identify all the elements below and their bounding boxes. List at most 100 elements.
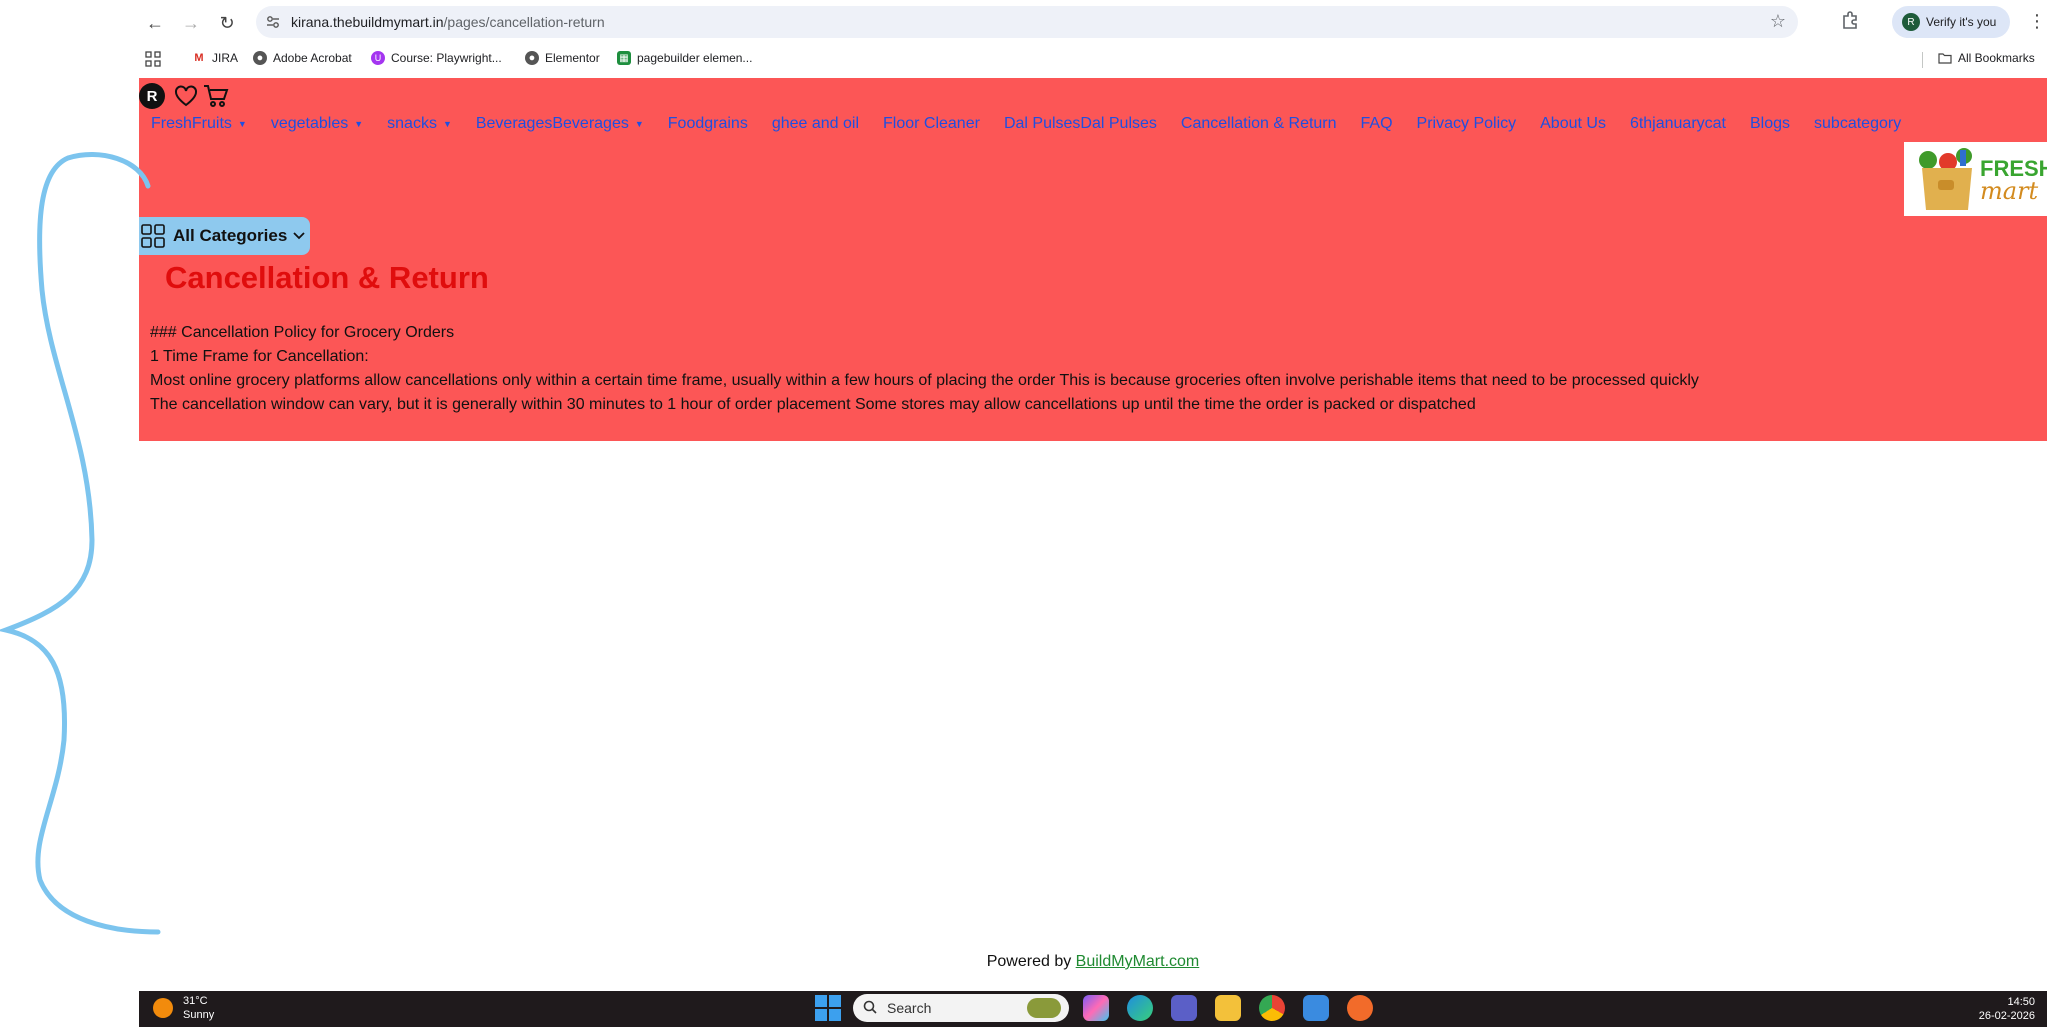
content-line: Most online grocery platforms allow canc… <box>150 372 1699 389</box>
site-logo[interactable]: FRESH mart <box>1904 142 2047 216</box>
grocery-bag-icon <box>1919 148 1972 210</box>
caret-down-icon: ▼ <box>442 119 452 129</box>
gmail-icon: M <box>194 52 204 64</box>
menu-label: Blogs <box>1750 115 1791 132</box>
bookmark-label: Elementor <box>545 51 600 65</box>
sun-icon <box>153 998 173 1018</box>
bookmark-label: JIRA <box>212 51 239 65</box>
globe-icon: ● <box>253 51 267 65</box>
chrome-icon[interactable] <box>1259 995 1285 1021</box>
bookmark-adobe-acrobat[interactable]: ● Adobe Acrobat <box>253 51 352 65</box>
page-title: Cancellation & Return <box>165 260 489 295</box>
menu-item-foodgrains[interactable]: Foodgrains <box>668 115 748 133</box>
teams-icon[interactable] <box>1171 995 1197 1021</box>
menu-label: Foodgrains <box>667 115 748 132</box>
menu-label: vegetables <box>270 115 349 132</box>
menu-item-subcategory[interactable]: subcategory <box>1814 115 1901 133</box>
folder-icon <box>1938 51 1952 65</box>
menu-item-blogs[interactable]: Blogs <box>1750 115 1790 133</box>
search-placeholder: Search <box>887 1000 932 1016</box>
search-icon <box>863 1000 877 1017</box>
clock-time: 14:50 <box>2007 996 2035 1008</box>
powered-prefix: Powered by <box>986 953 1076 970</box>
caret-down-icon: ▼ <box>354 119 364 129</box>
windows-start-icon[interactable] <box>815 995 841 1021</box>
menu-label: Dal PulsesDal Pulses <box>1003 115 1157 132</box>
browser-toolbar: ← → ↻ kirana.thebuildmymart.in/pages/can… <box>0 0 2047 44</box>
cart-icon[interactable] <box>203 83 229 109</box>
sheets-icon: ▦ <box>617 51 631 65</box>
weather-widget[interactable]: 31°C Sunny <box>153 994 214 1022</box>
menu-item-ghee-and-oil[interactable]: ghee and oil <box>772 115 859 133</box>
notepad-icon[interactable] <box>1303 995 1329 1021</box>
site-info-icon[interactable] <box>264 13 282 31</box>
logo-line2: mart <box>1980 177 2039 205</box>
weather-desc: Sunny <box>183 1009 215 1021</box>
logo-text: FRESH mart <box>1980 158 2047 205</box>
reload-icon[interactable]: ↻ <box>214 10 240 36</box>
bookmark-elementor[interactable]: ● Elementor <box>525 51 600 65</box>
taskbar-apps: Search <box>815 994 1391 1022</box>
bookmark-label: Course: Playwright... <box>391 51 502 65</box>
content-line: ### Cancellation Policy for Grocery Orde… <box>150 324 455 341</box>
user-avatar[interactable]: R <box>139 83 165 109</box>
menu-item-about-us[interactable]: About Us <box>1540 115 1606 133</box>
menu-item-vegetables[interactable]: vegetables ▼ <box>271 115 363 133</box>
udemy-icon: U <box>371 51 385 65</box>
heart-icon[interactable] <box>173 83 199 109</box>
weather-temp: 31°C <box>183 995 208 1007</box>
clock-date: 26-02-2026 <box>1978 1010 2035 1022</box>
forward-arrow-icon[interactable]: → <box>178 10 204 36</box>
menu-label: Cancellation & Return <box>1180 115 1337 132</box>
menu-label: BeveragesBeverages <box>475 115 629 132</box>
buildmymart-link[interactable]: BuildMyMart.com <box>1076 953 1200 970</box>
menu-item-beverages[interactable]: BeveragesBeverages ▼ <box>476 115 644 133</box>
menu-item-dal-pulses[interactable]: Dal PulsesDal Pulses <box>1004 115 1157 133</box>
system-clock[interactable]: 14:50 26-02-2026 <box>1979 995 2035 1023</box>
apps-grid-icon[interactable] <box>145 51 161 67</box>
taskbar-search[interactable]: Search <box>853 994 1069 1022</box>
menu-item-faq[interactable]: FAQ <box>1361 115 1393 133</box>
copilot-icon[interactable] <box>1083 995 1109 1021</box>
address-bar[interactable]: kirana.thebuildmymart.in/pages/cancellat… <box>256 6 1798 38</box>
annotation-brace <box>0 152 161 935</box>
edge-icon[interactable] <box>1127 995 1153 1021</box>
profile-verify-button[interactable]: R Verify it's you <box>1892 6 2010 38</box>
main-menu: FreshFruits ▼ vegetables ▼ snacks ▼ Beverag… <box>151 115 1925 133</box>
site-header: R FreshFruits ▼ vegetables ▼ snacks ▼ Bever… <box>139 78 2047 441</box>
bookmark-jira[interactable]: M JIRA <box>192 51 238 65</box>
policy-content: ### Cancellation Policy for Grocery Orde… <box>150 321 1699 417</box>
bookmark-star-icon[interactable]: ☆ <box>1770 11 1786 32</box>
back-arrow-icon[interactable]: ← <box>142 10 168 36</box>
search-highlight-icon <box>1027 998 1061 1018</box>
menu-item-floor-cleaner[interactable]: Floor Cleaner <box>883 115 980 133</box>
content-line: The cancellation window can vary, but it… <box>150 396 1476 413</box>
windows-taskbar: 31°C Sunny Search 14:50 26-02-2026 <box>139 991 2047 1027</box>
chrome-menu-icon[interactable]: ⋮ <box>2028 11 2046 32</box>
bookmarks-bar: M JIRA ● Adobe Acrobat U Course: Playwright… <box>0 44 2047 74</box>
menu-item-6thjanuarycat[interactable]: 6thjanuarycat <box>1630 115 1726 133</box>
bookmark-pagebuilder[interactable]: ▦ pagebuilder elemen... <box>617 51 752 65</box>
screen: ← → ↻ kirana.thebuildmymart.in/pages/can… <box>0 0 2047 1027</box>
menu-item-cancellation-return[interactable]: Cancellation & Return <box>1181 115 1337 133</box>
file-explorer-icon[interactable] <box>1215 995 1241 1021</box>
content-line: 1 Time Frame for Cancellation: <box>150 348 369 365</box>
bookmark-course-playwright[interactable]: U Course: Playwright... <box>371 51 502 65</box>
menu-item-snacks[interactable]: snacks ▼ <box>387 115 452 133</box>
url-path: /pages/cancellation-return <box>443 14 605 30</box>
menu-label: About Us <box>1540 115 1606 132</box>
menu-label: snacks <box>387 115 437 132</box>
menu-item-freshfruits[interactable]: FreshFruits ▼ <box>151 115 247 133</box>
profile-avatar: R <box>1902 13 1920 31</box>
chevron-down-icon <box>293 232 305 240</box>
postman-icon[interactable] <box>1347 995 1373 1021</box>
web-page: R FreshFruits ▼ vegetables ▼ snacks ▼ Bever… <box>139 78 2047 991</box>
menu-label: Floor Cleaner <box>883 115 980 132</box>
extensions-icon[interactable] <box>1840 10 1860 35</box>
all-bookmarks-label: All Bookmarks <box>1958 51 2035 65</box>
menu-label: Privacy Policy <box>1416 115 1517 132</box>
menu-item-privacy-policy[interactable]: Privacy Policy <box>1417 115 1517 133</box>
bookmark-label: Adobe Acrobat <box>273 51 352 65</box>
verify-label: Verify it's you <box>1926 15 1997 29</box>
all-bookmarks[interactable]: All Bookmarks <box>1938 51 2035 65</box>
